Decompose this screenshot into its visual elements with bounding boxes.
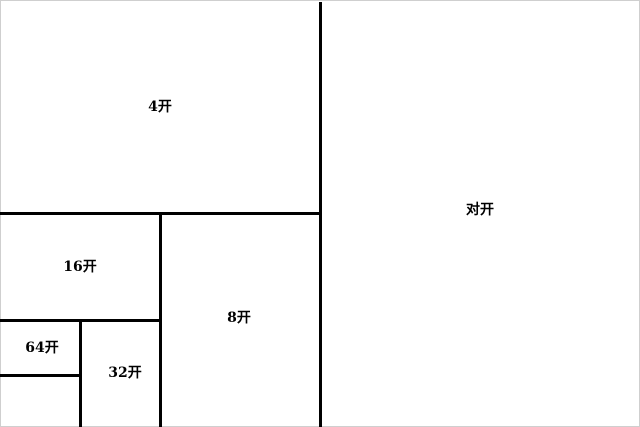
label-sixteenth: 16开 <box>63 259 97 275</box>
label-thirty-second: 32开 <box>108 365 142 381</box>
label-quarter: 4开 <box>148 99 172 115</box>
divider-sixty-fourth-horizontal <box>0 374 80 377</box>
label-eighth: 8开 <box>227 310 251 326</box>
label-half: 对开 <box>466 202 494 218</box>
label-sixty-fourth: 64开 <box>25 340 59 356</box>
paper-size-diagram: 4开 对开 16开 8开 64开 32开 <box>0 0 640 427</box>
